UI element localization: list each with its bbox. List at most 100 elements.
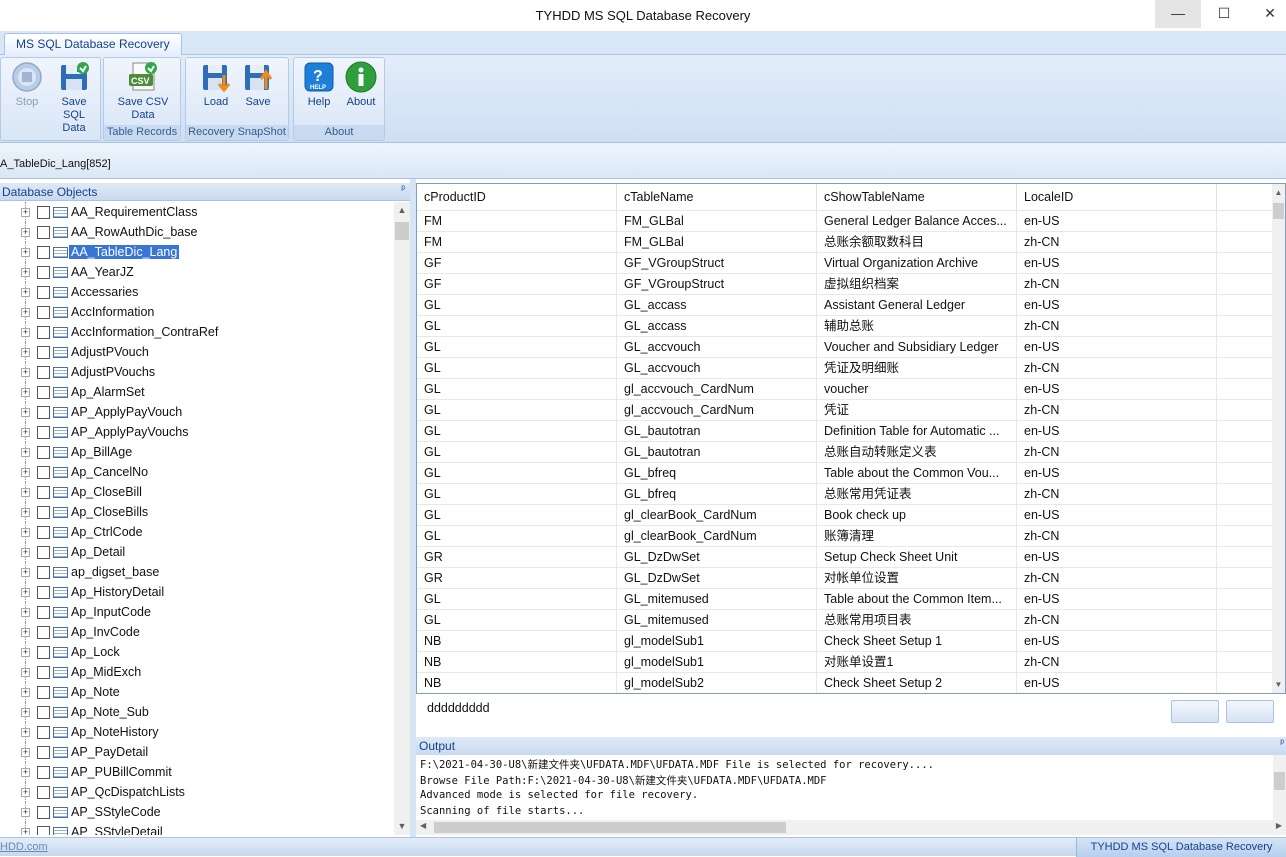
tree-item-checkbox[interactable] xyxy=(37,266,50,279)
expand-icon[interactable]: + xyxy=(21,308,30,317)
grid-vertical-scrollbar[interactable]: ▲ ▼ xyxy=(1272,184,1285,693)
expand-icon[interactable]: + xyxy=(21,248,30,257)
tree-item-label[interactable]: Accessaries xyxy=(71,285,138,299)
tree-item-label[interactable]: AP_PayDetail xyxy=(71,745,148,759)
tree-item-label[interactable]: AccInformation xyxy=(71,305,154,319)
tree-item-label[interactable]: AdjustPVouch xyxy=(71,345,149,359)
output-horizontal-scrollbar[interactable]: ◀ ▶ xyxy=(416,820,1286,835)
scroll-left-icon[interactable]: ◀ xyxy=(420,821,426,830)
tree-item[interactable]: + AP_PUBillCommit xyxy=(0,762,394,782)
table-row[interactable]: GL gl_accvouch_CardNum 凭证 zh-CN xyxy=(417,399,1273,421)
expand-icon[interactable]: + xyxy=(21,828,30,835)
tree-item-checkbox[interactable] xyxy=(37,826,50,835)
tree-item-label[interactable]: Ap_Note xyxy=(71,685,120,699)
column-header[interactable]: LocaleID xyxy=(1017,184,1217,210)
expand-icon[interactable]: + xyxy=(21,268,30,277)
tree-item-label[interactable]: AccInformation_ContraRef xyxy=(71,325,218,339)
tree-item[interactable]: + Ap_Detail xyxy=(0,542,394,562)
previous-page-button[interactable] xyxy=(1171,700,1219,723)
tree-item[interactable]: + AP_QcDispatchLists xyxy=(0,782,394,802)
tree-item-checkbox[interactable] xyxy=(37,626,50,639)
table-row[interactable]: GF GF_VGroupStruct 虚拟组织档案 zh-CN xyxy=(417,273,1273,295)
tree-item[interactable]: + Ap_InputCode xyxy=(0,602,394,622)
tree-item-label[interactable]: AP_SStyleCode xyxy=(71,805,161,819)
tab-ms-sql-database-recovery[interactable]: MS SQL Database Recovery xyxy=(4,33,182,56)
table-row[interactable]: GL gl_accvouch_CardNum voucher en-US xyxy=(417,378,1273,400)
tree-item-checkbox[interactable] xyxy=(37,366,50,379)
tree-item-label[interactable]: Ap_BillAge xyxy=(71,445,132,459)
expand-icon[interactable]: + xyxy=(21,748,30,757)
tree-item[interactable]: + AA_RowAuthDic_base xyxy=(0,222,394,242)
tree-item-checkbox[interactable] xyxy=(37,406,50,419)
tree-item[interactable]: + AA_RequirementClass xyxy=(0,202,394,222)
scroll-up-icon[interactable]: ▲ xyxy=(394,202,410,219)
tree-item-checkbox[interactable] xyxy=(37,666,50,679)
tree-item-checkbox[interactable] xyxy=(37,526,50,539)
expand-icon[interactable]: + xyxy=(21,288,30,297)
save-csv-data-button[interactable]: CSV Save CSV Data xyxy=(116,61,170,122)
tree-item[interactable]: + AP_SStyleDetail xyxy=(0,822,394,835)
tree-item-checkbox[interactable] xyxy=(37,546,50,559)
tree-item-label[interactable]: AA_TableDic_Lang xyxy=(69,245,180,259)
expand-icon[interactable]: + xyxy=(21,608,30,617)
tree-item[interactable]: + Ap_CtrlCode xyxy=(0,522,394,542)
table-row[interactable]: FM FM_GLBal General Ledger Balance Acces..… xyxy=(417,210,1273,232)
tree-item[interactable]: + Ap_AlarmSet xyxy=(0,382,394,402)
tree-vertical-scrollbar[interactable]: ▲ ▼ xyxy=(394,202,410,835)
tree-item[interactable]: + AA_TableDic_Lang xyxy=(0,242,394,262)
expand-icon[interactable]: + xyxy=(21,628,30,637)
maximize-button[interactable]: ☐ xyxy=(1201,0,1247,28)
tree-item-checkbox[interactable] xyxy=(37,806,50,819)
tree-item[interactable]: + AP_PayDetail xyxy=(0,742,394,762)
expand-icon[interactable]: + xyxy=(21,468,30,477)
expand-icon[interactable]: + xyxy=(21,388,30,397)
grid-scroll-up-icon[interactable]: ▲ xyxy=(1272,184,1285,201)
table-row[interactable]: GL GL_bautotran Definition Table for Autom… xyxy=(417,420,1273,442)
help-button[interactable]: ? HELP Help xyxy=(299,61,339,109)
expand-icon[interactable]: + xyxy=(21,688,30,697)
minimize-button[interactable]: — xyxy=(1155,0,1201,28)
tree-item-label[interactable]: AP_SStyleDetail xyxy=(71,825,163,835)
records-grid[interactable]: cProductID cTableName cShowTableName Locale… xyxy=(416,183,1286,694)
expand-icon[interactable]: + xyxy=(21,348,30,357)
tree-item[interactable]: + Ap_MidExch xyxy=(0,662,394,682)
tree-item-checkbox[interactable] xyxy=(37,426,50,439)
tree-item[interactable]: + Ap_CloseBills xyxy=(0,502,394,522)
load-snapshot-button[interactable]: Load xyxy=(196,61,236,109)
table-row[interactable]: GL GL_bfreq 总账常用凭证表 zh-CN xyxy=(417,483,1273,505)
expand-icon[interactable]: + xyxy=(21,788,30,797)
expand-icon[interactable]: + xyxy=(21,648,30,657)
tree-item-label[interactable]: AA_YearJZ xyxy=(71,265,134,279)
tree-item[interactable]: + AP_SStyleCode xyxy=(0,802,394,822)
tree-item-checkbox[interactable] xyxy=(37,206,50,219)
tree-item-checkbox[interactable] xyxy=(37,246,50,259)
table-row[interactable]: GL GL_accvouch 凭证及明细账 zh-CN xyxy=(417,357,1273,379)
column-header[interactable]: cShowTableName xyxy=(817,184,1017,210)
table-row[interactable]: GR GL_DzDwSet 对帐单位设置 zh-CN xyxy=(417,567,1273,589)
tree-item-checkbox[interactable] xyxy=(37,286,50,299)
scroll-down-icon[interactable]: ▼ xyxy=(394,818,410,835)
expand-icon[interactable]: + xyxy=(21,208,30,217)
tree-item-label[interactable]: AA_RowAuthDic_base xyxy=(71,225,197,239)
pin-icon[interactable]: ᵖ xyxy=(401,184,405,195)
tree-item-checkbox[interactable] xyxy=(37,506,50,519)
stop-button[interactable]: Stop xyxy=(7,61,47,109)
output-pin-icon[interactable]: ᵖ xyxy=(1280,738,1284,749)
tree-item-label[interactable]: Ap_CloseBill xyxy=(71,485,142,499)
output-vertical-scrollbar[interactable] xyxy=(1273,755,1286,820)
expand-icon[interactable]: + xyxy=(21,548,30,557)
table-row[interactable]: GL GL_bfreq Table about the Common Vou... e… xyxy=(417,462,1273,484)
tree-item-checkbox[interactable] xyxy=(37,746,50,759)
next-page-button[interactable] xyxy=(1226,700,1274,723)
about-button[interactable]: About xyxy=(341,61,381,109)
tree-item-checkbox[interactable] xyxy=(37,586,50,599)
tree-item-checkbox[interactable] xyxy=(37,706,50,719)
expand-icon[interactable]: + xyxy=(21,728,30,737)
tree-item[interactable]: + AP_ApplyPayVouch xyxy=(0,402,394,422)
tree-item[interactable]: + Ap_CloseBill xyxy=(0,482,394,502)
database-objects-tree[interactable]: + AA_RequirementClass + AA_RowAuthDic_base +… xyxy=(0,202,394,835)
tree-item-label[interactable]: Ap_CtrlCode xyxy=(71,525,143,539)
tree-item-label[interactable]: Ap_CancelNo xyxy=(71,465,148,479)
tree-item[interactable]: + Ap_BillAge xyxy=(0,442,394,462)
grid-scroll-down-icon[interactable]: ▼ xyxy=(1272,676,1285,693)
